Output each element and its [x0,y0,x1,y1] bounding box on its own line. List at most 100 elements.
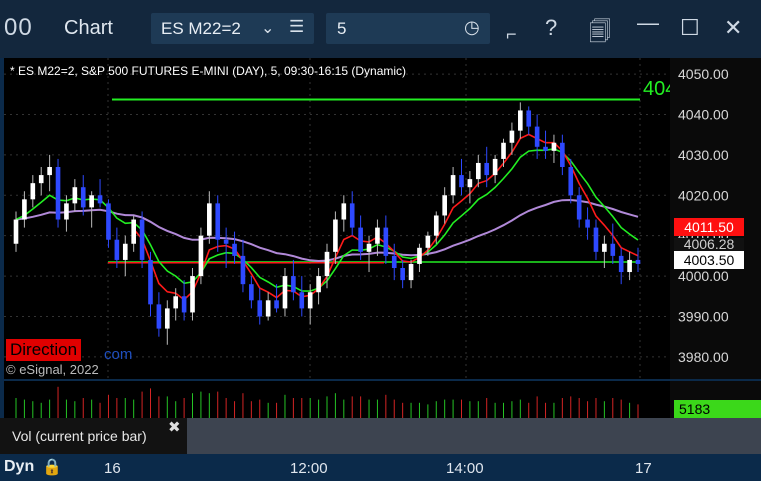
candle-body [114,239,120,260]
candle-body [417,247,422,264]
last-price-marker: 4003.50 [674,251,744,269]
candle-body [518,110,523,131]
red-price-marker: 4011.50 [674,218,744,236]
price-chart-svg[interactable] [4,58,670,379]
candle-body [156,304,162,329]
candle-body [450,175,456,196]
candle-body [576,195,582,220]
candle-body [173,296,179,309]
candle-body [131,219,136,244]
candle-body [475,162,481,180]
volume-tooltip: Vol (current price bar) ✖ [0,418,187,454]
candle-body [72,187,78,204]
candle-body [635,259,641,264]
candle-body [324,251,330,277]
candle-body [257,300,263,317]
candle-body [122,243,128,260]
price-tick-label: 3990.00 [678,308,729,324]
symbol-value[interactable]: ES M22=2 [161,19,241,39]
candle-body [198,235,204,277]
candle-body [551,142,557,151]
time-tick: 16 [104,460,121,477]
candle-body [492,158,498,176]
candle-body [467,179,473,188]
hamburger-menu-icon[interactable]: ☰ [289,17,304,37]
volume-last-marker: 5183 [674,400,761,418]
candle-body [526,110,532,127]
candle-body [30,183,36,200]
candle-body [618,255,624,273]
lock-icon[interactable]: 🔒 [42,457,62,477]
title-bar: 00 Chart ES M22=2 ⌄ ☰ 5 ◷ ⌐ ? 🗐 — ☐ ✕ [0,0,761,58]
candle-body [433,215,439,236]
candle-body [349,203,355,228]
candle-body [391,255,397,268]
candle-body [400,268,405,281]
price-tick-label: 4040.00 [678,106,729,122]
candle-body [139,219,145,260]
candle-body [568,167,574,196]
help-icon[interactable]: ? [545,15,557,41]
candle-body [80,187,86,208]
chart-header: * ES M22=2, S&P 500 FUTURES E-MINI (DAY)… [10,64,407,78]
candle-body [232,243,237,256]
candle-body [148,259,153,305]
candle-body [484,162,490,176]
minimize-icon[interactable]: — [637,10,659,36]
candle-body [459,175,464,188]
copyright-text: © eSignal, 2022 [6,362,99,377]
candle-body [333,219,338,252]
template-icon[interactable]: 🗐 [589,15,611,53]
dyn-label: Dyn [4,458,35,475]
time-tick: 12:00 [290,460,328,477]
symbol-input[interactable]: ES M22=2 ⌄ ☰ [151,13,314,44]
com-label: com [104,346,133,363]
candle-body [358,227,363,252]
candle-body [106,203,111,240]
price-chart[interactable] [4,58,670,379]
candle-body [64,203,69,220]
volume-pane[interactable] [4,381,670,418]
price-tick-label: 4020.00 [678,187,729,203]
candle-body [509,130,515,143]
close-icon[interactable]: ✕ [724,15,742,41]
time-tick: 17 [635,460,652,477]
volume-svg [15,386,639,418]
volume-tooltip-text: Vol (current price bar) [12,428,147,444]
status-strip [187,418,761,454]
price-tick-label: 4030.00 [678,147,729,163]
candle-body [282,276,288,309]
interval-input[interactable]: 5 ◷ [326,13,490,44]
candle-body [265,300,271,317]
chart-window: 00 Chart ES M22=2 ⌄ ☰ 5 ◷ ⌐ ? 🗐 — ☐ ✕ * … [0,0,761,481]
candle-body [190,276,195,313]
purple-price-marker: 4006.28 [674,238,744,251]
interval-value[interactable]: 5 [337,19,346,39]
candle-body [627,259,632,273]
candle-body [89,195,94,208]
clock-icon[interactable]: ◷ [464,17,480,38]
candle-body [164,308,170,329]
window-title: Chart [64,17,113,39]
candle-body [602,243,607,252]
close-tooltip-icon[interactable]: ✖ [168,418,181,436]
candle-body [610,243,616,256]
maximize-icon[interactable]: ☐ [680,15,700,41]
candle-body [366,243,372,252]
candle-body [215,203,221,240]
candle-body [97,195,103,204]
price-tick-label: 4000.00 [678,268,729,284]
candle-body [534,126,540,147]
candle-body [240,255,246,285]
candle-body [316,276,321,293]
draw-icon[interactable]: ⌐ [506,24,517,45]
candle-body [55,167,61,220]
candle-body [181,296,187,313]
candle-body [47,167,52,176]
candle-body [593,227,599,252]
candle-body [38,175,44,184]
time-tick: 14:00 [446,460,484,477]
candle-body [307,292,313,309]
chevron-down-icon[interactable]: ⌄ [261,18,274,38]
candle-body [291,276,296,293]
